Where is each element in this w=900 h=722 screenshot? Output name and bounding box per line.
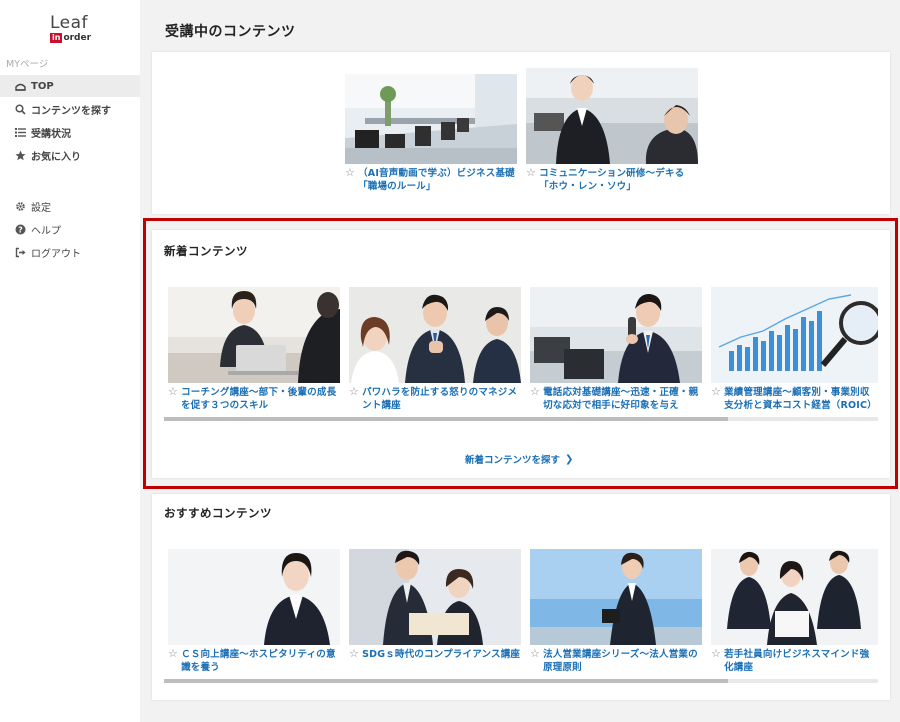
help-icon: ?: [14, 223, 26, 235]
content-title-link[interactable]: コミュニケーション研修～デキる「ホウ・レン・ソウ」: [539, 167, 698, 193]
logo-inorder: in order: [50, 33, 110, 43]
content-card[interactable]: ☆ 若手社員向けビジネスマインド強化講座: [711, 549, 878, 674]
compliance-thumbnail[interactable]: [349, 549, 521, 645]
office-room-thumbnail[interactable]: [345, 68, 517, 164]
content-title-link[interactable]: SDGｓ時代のコンプライアンス講座: [362, 648, 521, 674]
corporate-sales-thumbnail[interactable]: [530, 549, 702, 645]
favorite-star-icon[interactable]: ☆: [349, 648, 359, 674]
in-progress-card: ☆ （AI音声動画で学ぶ）ビジネス基礎「職場のルール」 ☆ コミュニケーション研…: [152, 52, 890, 214]
recommended-scrollbar[interactable]: [164, 679, 878, 683]
recommended-title: おすすめコンテンツ: [164, 506, 272, 520]
mypage-section-label: MYページ: [6, 59, 49, 70]
young-employees-thumbnail[interactable]: [711, 549, 878, 645]
sidebar-item-label: ヘルプ: [31, 225, 61, 237]
sidebar-item-label: コンテンツを探す: [31, 105, 111, 117]
favorite-star-icon[interactable]: ☆: [711, 648, 721, 674]
page-title: 受講中のコンテンツ: [165, 24, 296, 40]
home-icon: [14, 80, 26, 92]
sidebar-item-help[interactable]: ? ヘルプ: [0, 218, 140, 240]
content-card[interactable]: ☆ SDGｓ時代のコンプライアンス講座: [349, 549, 521, 674]
svg-text:?: ?: [18, 225, 23, 234]
content-card[interactable]: ☆ ＣＳ向上講座～ホスピタリティの意識を養う: [168, 549, 340, 674]
sidebar-item-progress[interactable]: 受講状況: [0, 121, 140, 143]
favorite-star-icon[interactable]: ☆: [168, 648, 178, 674]
sidebar-item-label: TOP: [31, 80, 54, 92]
leaf-logo[interactable]: Leaf in order: [50, 14, 110, 48]
businesswoman-thumbnail[interactable]: [526, 68, 698, 164]
sidebar-item-search[interactable]: コンテンツを探す: [0, 98, 140, 120]
content-title-link[interactable]: 若手社員向けビジネスマインド強化講座: [724, 648, 878, 674]
star-icon: [14, 149, 26, 161]
scrollbar-thumb[interactable]: [164, 679, 728, 683]
sidebar-item-top[interactable]: TOP: [0, 75, 140, 97]
sidebar-item-logout[interactable]: ログアウト: [0, 241, 140, 263]
cs-hospitality-thumbnail[interactable]: [168, 549, 340, 645]
sidebar-item-settings[interactable]: 設定: [0, 195, 140, 217]
content-card[interactable]: ☆ 法人営業講座シリーズ～法人営業の原理原則: [530, 549, 702, 674]
content-title-link[interactable]: （AI音声動画で学ぶ）ビジネス基礎「職場のルール」: [358, 167, 517, 193]
favorite-star-icon[interactable]: ☆: [530, 648, 540, 674]
sidebar-item-favorites[interactable]: お気に入り: [0, 144, 140, 166]
logout-icon: [14, 246, 26, 258]
sidebar: Leaf in order MYページ TOP コンテンツを探す 受講状況 お気…: [0, 0, 140, 722]
sidebar-item-label: お気に入り: [31, 151, 81, 163]
logo-in-text: in: [50, 33, 63, 43]
recommended-card: おすすめコンテンツ ☆ ＣＳ向上講座～ホスピタリティの意識を養う ☆ SDGｓ時…: [152, 494, 890, 700]
content-title-link[interactable]: ＣＳ向上講座～ホスピタリティの意識を養う: [181, 648, 340, 674]
sidebar-item-label: ログアウト: [31, 248, 81, 260]
sidebar-item-label: 受講状況: [31, 128, 71, 140]
gear-icon: [14, 200, 26, 212]
logo-order-text: order: [63, 33, 92, 43]
content-card[interactable]: ☆ （AI音声動画で学ぶ）ビジネス基礎「職場のルール」: [345, 68, 517, 193]
favorite-star-icon[interactable]: ☆: [345, 167, 355, 193]
content-card[interactable]: ☆ コミュニケーション研修～デキる「ホウ・レン・ソウ」: [526, 68, 698, 193]
highlight-box: [143, 218, 898, 489]
favorite-star-icon[interactable]: ☆: [526, 167, 536, 193]
search-icon: [14, 103, 26, 115]
content-title-link[interactable]: 法人営業講座シリーズ～法人営業の原理原則: [543, 648, 702, 674]
logo-leaf-text: Leaf: [50, 13, 89, 33]
list-icon: [14, 126, 26, 138]
sidebar-item-label: 設定: [31, 202, 51, 214]
